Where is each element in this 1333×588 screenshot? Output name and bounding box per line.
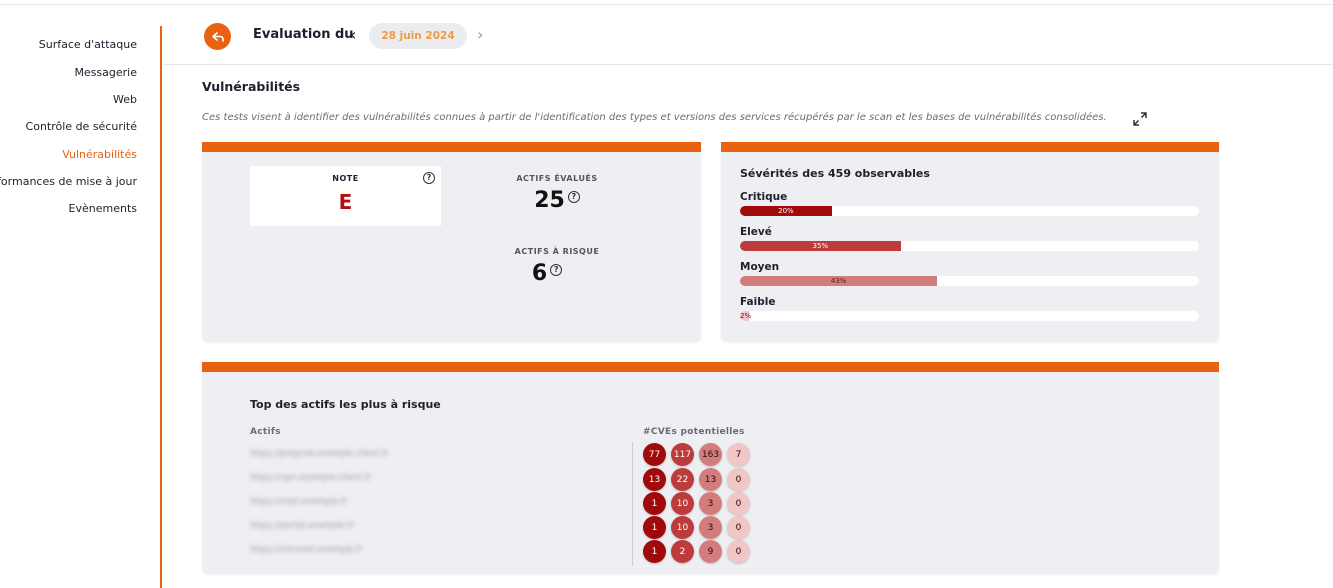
sidebar-item-surface-attaque[interactable]: Surface d'attaque (39, 38, 137, 51)
asset-name[interactable]: https://vpn.example-client.fr (250, 473, 371, 483)
help-icon[interactable]: ? (567, 191, 580, 203)
assets-column-header: Actifs (250, 427, 281, 437)
cve-faible-bubble[interactable]: 7 (727, 443, 750, 466)
chevron-left-icon[interactable]: ‹ (350, 25, 356, 44)
help-icon[interactable]: ? (550, 264, 563, 276)
severity-fill-moyen: 43% (740, 276, 938, 286)
cve-eleve-bubble[interactable]: 10 (671, 492, 694, 515)
sidebar-nav: Surface d'attaque Messagerie Web Contrôl… (0, 26, 162, 588)
actifs-evalues-kpi: 25? (482, 188, 632, 213)
severity-bar-critique: 20% (740, 206, 1199, 216)
cve-critique-bubble[interactable]: 1 (643, 492, 666, 515)
severity-label-moyen: Moyen (740, 261, 780, 273)
cve-eleve-bubble[interactable]: 10 (671, 516, 694, 539)
top-assets-card: Top des actifs les plus à risque Actifs … (202, 362, 1219, 574)
cve-eleve-bubble[interactable]: 117 (671, 443, 694, 466)
expand-arrows-icon[interactable] (1133, 111, 1147, 126)
back-button[interactable] (204, 23, 231, 50)
severity-fill-faible: 2% (740, 311, 752, 321)
cve-eleve-bubble[interactable]: 22 (671, 468, 694, 491)
cve-critique-bubble[interactable]: 13 (643, 468, 666, 491)
cve-critique-bubble[interactable]: 77 (643, 443, 666, 466)
actifs-risque-value: 6 (531, 261, 548, 286)
note-label: NOTE (332, 174, 359, 183)
note-box: NOTE ? E (250, 166, 441, 226)
share-arrow-icon (211, 31, 224, 42)
help-icon[interactable]: ? (423, 172, 435, 184)
cve-eleve-bubble[interactable]: 2 (671, 540, 694, 563)
cve-moyen-bubble[interactable]: 3 (699, 516, 722, 539)
severity-label-eleve: Elevé (740, 226, 772, 238)
cve-critique-bubble[interactable]: 1 (643, 540, 666, 563)
actifs-risque-kpi: 6? (472, 261, 622, 286)
top-assets-title: Top des actifs les plus à risque (250, 398, 441, 411)
severity-bar-eleve: 35% (740, 241, 1199, 251)
asset-name[interactable]: https://preprod.example-client.fr (250, 449, 389, 459)
cve-moyen-bubble[interactable]: 163 (699, 443, 722, 466)
cves-column-header: #CVEs potentielles (643, 427, 745, 437)
severity-label-critique: Critique (740, 191, 788, 203)
column-divider (632, 442, 633, 566)
section-description: Ces tests visent à identifier des vulnér… (202, 112, 1107, 123)
sidebar-item-performances-mise-a-jour[interactable]: Performances de mise à jour (0, 175, 137, 188)
sidebar-item-evenements[interactable]: Evènements (69, 202, 137, 215)
asset-name[interactable]: https://mail.example.fr (250, 497, 347, 507)
chevron-right-icon[interactable]: › (477, 25, 483, 44)
severity-card: Sévérités des 459 observables Critique 2… (721, 142, 1219, 342)
cve-critique-bubble[interactable]: 1 (643, 516, 666, 539)
severity-label-faible: Faible (740, 296, 776, 308)
sidebar-item-controle-securite[interactable]: Contrôle de sécurité (26, 120, 137, 133)
cve-faible-bubble[interactable]: 0 (727, 468, 750, 491)
evaluation-header: Evaluation du ‹ 28 juin 2024 › (163, 5, 1333, 65)
actifs-risque-label: ACTIFS À RISQUE (514, 247, 600, 256)
asset-name[interactable]: https://intranet.example.fr (250, 545, 363, 555)
severity-title: Sévérités des 459 observables (740, 167, 930, 180)
sidebar-item-messagerie[interactable]: Messagerie (74, 66, 137, 79)
section-title: Vulnérabilités (202, 79, 301, 94)
sidebar-item-web[interactable]: Web (113, 93, 137, 106)
actifs-evalues-value: 25 (534, 188, 565, 213)
cve-faible-bubble[interactable]: 0 (727, 516, 750, 539)
cve-moyen-bubble[interactable]: 13 (699, 468, 722, 491)
sidebar-item-vulnerabilites[interactable]: Vulnérabilités (62, 148, 137, 161)
date-selector[interactable]: 28 juin 2024 (369, 23, 467, 49)
severity-fill-eleve: 35% (740, 241, 901, 251)
severity-bar-moyen: 43% (740, 276, 1199, 286)
summary-card: NOTE ? E ACTIFS ÉVALUÉS 25? ACTIFS À RIS… (202, 142, 701, 342)
severity-fill-critique: 20% (740, 206, 832, 216)
cve-faible-bubble[interactable]: 0 (727, 492, 750, 515)
note-value: E (338, 190, 353, 214)
actifs-evalues-label: ACTIFS ÉVALUÉS (516, 174, 598, 183)
evaluation-label: Evaluation du (253, 27, 354, 42)
cve-moyen-bubble[interactable]: 9 (699, 540, 722, 563)
cve-faible-bubble[interactable]: 0 (727, 540, 750, 563)
severity-bar-faible: 2% (740, 311, 1199, 321)
cve-moyen-bubble[interactable]: 3 (699, 492, 722, 515)
asset-name[interactable]: https://portal.example.fr (250, 521, 354, 531)
